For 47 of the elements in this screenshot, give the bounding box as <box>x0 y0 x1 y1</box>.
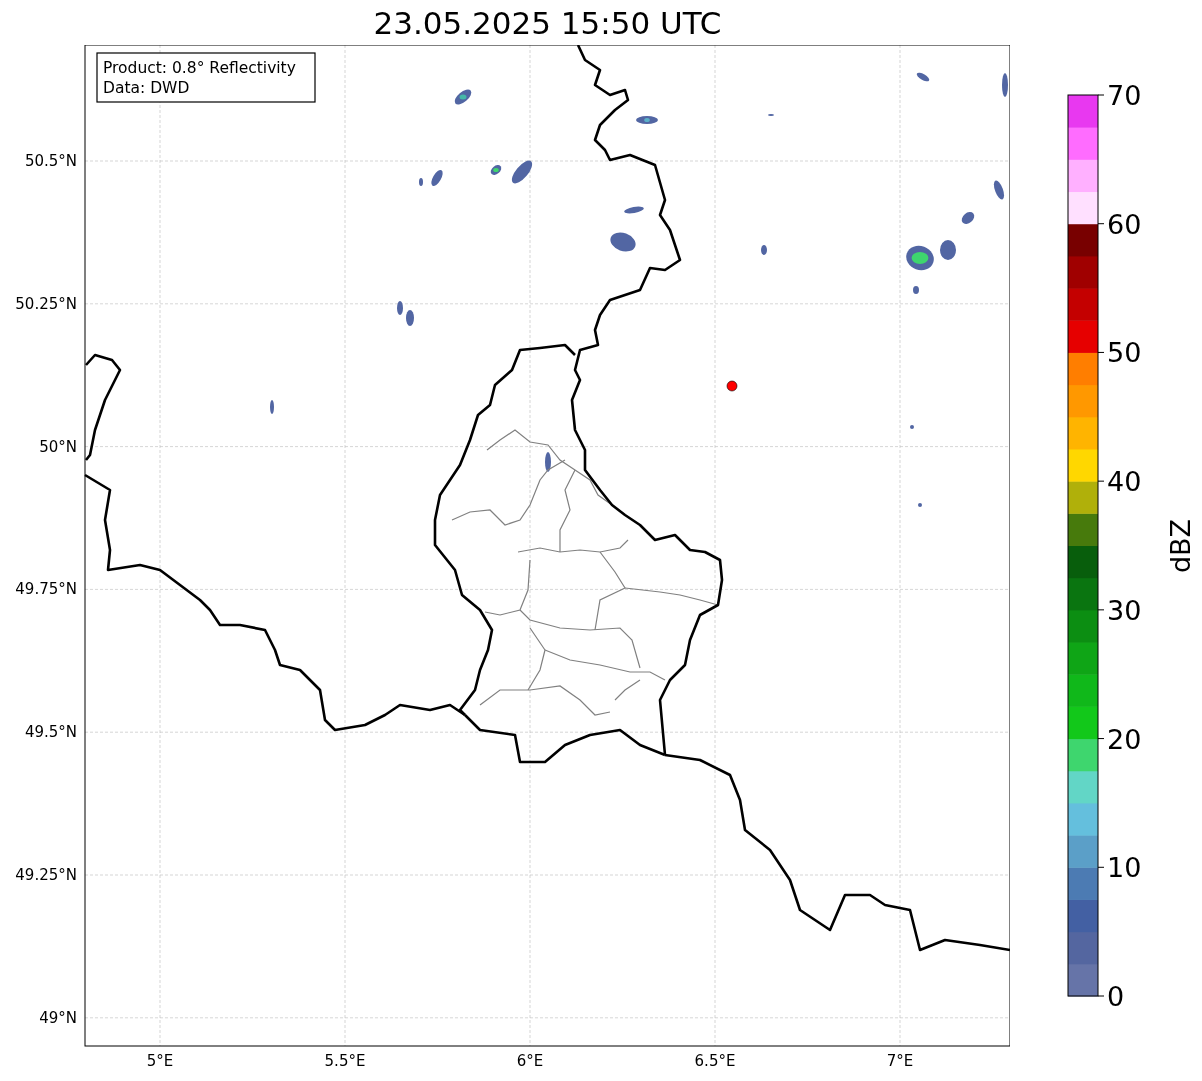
radar-echo <box>511 160 533 184</box>
colorbar-tick-label: 0 <box>1107 981 1125 1012</box>
axis-tick-label: 49.25°N <box>15 866 77 884</box>
axis-tick-label: 5°E <box>146 1052 174 1070</box>
radar-echo <box>961 212 975 224</box>
location-marker <box>726 380 738 392</box>
radar-echo <box>270 400 274 414</box>
radar-echo <box>918 503 922 507</box>
radar-echo <box>490 165 502 175</box>
colorbar-tick-label: 40 <box>1107 466 1142 498</box>
colorbar-tick-label: 50 <box>1107 337 1142 369</box>
axis-tick-label: 6°E <box>516 1052 544 1070</box>
radar-echo <box>761 245 767 255</box>
info-text: Data: DWD <box>103 79 190 97</box>
axis-tick-label: 50.5°N <box>24 152 77 170</box>
axis-tick-label: 7°E <box>886 1052 914 1070</box>
radar-echo <box>419 178 423 186</box>
radar-echo <box>916 72 930 82</box>
radar-echo <box>1002 73 1008 97</box>
radar-echo <box>624 206 644 214</box>
radar-echo <box>431 169 443 187</box>
radar-echo <box>610 232 636 252</box>
axis-tick-label: 49.75°N <box>15 580 77 599</box>
axis-tick-label: 50.25°N <box>15 294 77 313</box>
radar-echo <box>545 452 551 472</box>
chart-title: 23.05.2025 15:50 UTC <box>373 4 722 41</box>
radar-echo <box>910 425 914 429</box>
info-text: Product: 0.8° Reflectivity <box>103 59 296 77</box>
colorbar-tick-label: 60 <box>1107 208 1142 240</box>
axis-tick-label: 6.5°E <box>694 1052 736 1070</box>
radar-echo <box>454 89 472 105</box>
axis-tick-label: 50°N <box>39 437 77 456</box>
radar-echo <box>940 240 956 260</box>
colorbar-tick-label: 70 <box>1107 80 1142 111</box>
radar-echo <box>406 310 414 326</box>
colorbar-tick-label: 10 <box>1107 852 1142 884</box>
radar-echo <box>913 286 919 294</box>
colorbar-tick-label: 20 <box>1107 723 1142 755</box>
radar-echo <box>906 245 934 271</box>
colorbar-label: dBZ <box>1165 518 1196 574</box>
radar-echo <box>993 180 1005 200</box>
radar-echo <box>397 301 403 315</box>
axis-tick-label: 49.5°N <box>24 723 77 742</box>
axis-tick-label: 5.5°E <box>324 1052 366 1070</box>
colorbar-tick-label: 30 <box>1107 594 1142 626</box>
radar-echo <box>636 116 658 124</box>
axis-tick-label: 49°N <box>39 1008 77 1027</box>
